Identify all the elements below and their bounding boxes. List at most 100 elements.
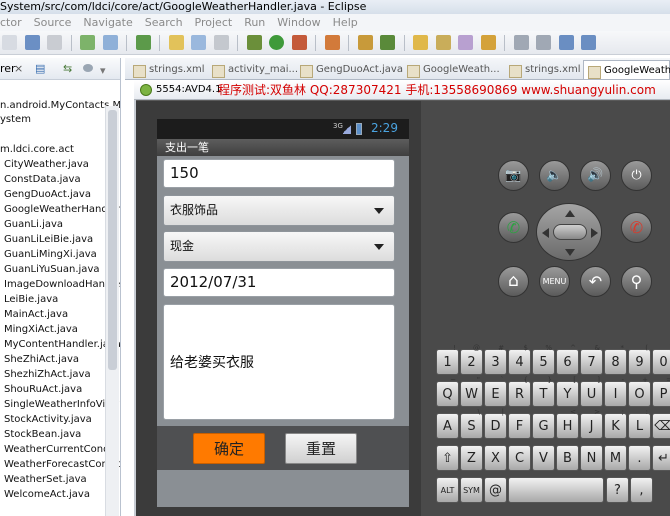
keyboard-key[interactable]: 6 ^: [556, 344, 579, 375]
tab-strings-xml-2[interactable]: strings.xml: [505, 60, 581, 79]
keyboard-key[interactable]: @: [484, 477, 507, 503]
keyboard-key[interactable]: P =: [652, 376, 670, 407]
keyboard-key[interactable]: G: [532, 413, 555, 439]
keyboard-key[interactable]: .: [628, 445, 651, 471]
file-item[interactable]: GuanLiMingXi.java: [4, 247, 97, 262]
external-tools-icon[interactable]: [291, 35, 307, 50]
keyboard-key[interactable]: 8 *: [604, 344, 627, 375]
keyboard-key[interactable]: F: [508, 413, 531, 439]
keyboard-key[interactable]: I-: [604, 376, 627, 407]
keyboard-key[interactable]: R{: [508, 376, 531, 407]
scrollbar-thumb[interactable]: [108, 110, 117, 370]
previous-annotation-icon[interactable]: [536, 35, 551, 50]
keyboard-key[interactable]: A: [436, 413, 459, 439]
file-item[interactable]: WeatherForecastCondit: [4, 457, 120, 472]
tab-activity-main[interactable]: activity_mai...: [208, 60, 298, 79]
keyboard-key[interactable]: ↵: [652, 445, 670, 471]
keyboard-key[interactable]: K;: [604, 408, 627, 439]
file-item[interactable]: StockBean.java: [4, 427, 81, 442]
file-item[interactable]: GuanLiLeiBie.java: [4, 232, 93, 247]
debug-icon[interactable]: [246, 35, 262, 50]
file-item[interactable]: ImageDownloadHandle: [4, 277, 120, 292]
menu-help[interactable]: Help: [327, 14, 364, 31]
new-class-icon[interactable]: [191, 35, 206, 50]
keyboard-key[interactable]: [508, 477, 604, 503]
keyboard-key[interactable]: C: [508, 445, 531, 471]
keyboard-key[interactable]: 0): [652, 344, 670, 375]
keyboard-key[interactable]: B: [556, 445, 579, 471]
file-item[interactable]: GuanLi.java: [4, 217, 63, 232]
chevron-down-icon[interactable]: ▾: [100, 60, 106, 82]
keyboard-key[interactable]: S \: [460, 408, 483, 439]
keyboard-key[interactable]: E `: [484, 376, 507, 407]
back-icon[interactable]: [558, 35, 574, 50]
keyboard-key[interactable]: Y[: [556, 376, 579, 407]
search-icon[interactable]: ⚲: [621, 266, 652, 297]
open-type-icon[interactable]: [213, 35, 229, 50]
annotation-icon[interactable]: [513, 35, 529, 50]
keyboard-key[interactable]: 9(: [628, 344, 651, 375]
reset-button[interactable]: 重置: [285, 433, 357, 464]
tool-icon[interactable]: [480, 35, 496, 50]
folder-icon[interactable]: [435, 35, 451, 50]
dpad-left-icon[interactable]: [542, 228, 549, 238]
keyboard-key[interactable]: T}: [532, 376, 555, 407]
file-item[interactable]: ConstData.java: [4, 172, 81, 187]
camera-icon[interactable]: 📷: [498, 160, 529, 191]
file-item[interactable]: LeiBie.java: [4, 292, 58, 307]
menu-button[interactable]: MENU: [539, 266, 570, 297]
file-item[interactable]: MingXiAct.java: [4, 322, 78, 337]
keyboard-key[interactable]: ⇧: [436, 445, 459, 471]
file-item[interactable]: WeatherCurrentConditi: [4, 442, 119, 457]
class-icon[interactable]: [380, 35, 395, 50]
tab-strings-xml[interactable]: strings.xml: [129, 60, 205, 79]
file-item[interactable]: MainAct.java: [4, 307, 68, 322]
collapse-all-icon[interactable]: ▤: [35, 62, 48, 75]
menu-project[interactable]: Project: [189, 14, 239, 31]
dpad-right-icon[interactable]: [591, 228, 598, 238]
view-menu-icon[interactable]: [83, 64, 93, 72]
tab-gengduoact[interactable]: GengDuoAct.java: [296, 60, 403, 79]
back-icon[interactable]: ↶: [580, 266, 611, 297]
open-folder-icon[interactable]: [413, 35, 428, 50]
new-project-icon[interactable]: [168, 35, 184, 50]
file-item[interactable]: GengDuoAct.java: [4, 187, 91, 202]
android-sdk-icon[interactable]: [80, 35, 95, 50]
keyboard-key[interactable]: 5%: [532, 344, 555, 375]
keyboard-key[interactable]: V: [532, 445, 555, 471]
menu-run[interactable]: Run: [238, 14, 271, 31]
volume-up-icon[interactable]: 🔊: [580, 160, 611, 191]
note-input[interactable]: 给老婆买衣服: [163, 304, 395, 420]
file-item[interactable]: GuanLiYuSuan.java: [4, 262, 99, 277]
end-call-icon[interactable]: ✆: [621, 212, 652, 243]
keyboard-key[interactable]: 7 &: [580, 344, 603, 375]
keyboard-key[interactable]: 4 $: [508, 344, 531, 375]
avd-manager-icon[interactable]: [102, 35, 118, 50]
menu-refactor[interactable]: ctor: [0, 14, 28, 31]
file-item[interactable]: WeatherSet.java: [4, 472, 87, 487]
dpad-up-icon[interactable]: [565, 210, 575, 217]
keyboard-key[interactable]: J >: [580, 408, 603, 439]
package-node[interactable]: m.ldci.core.act: [0, 142, 74, 157]
keyboard-key[interactable]: M: [604, 445, 627, 471]
menu-search[interactable]: Search: [139, 14, 189, 31]
file-item[interactable]: WelcomeAct.java: [4, 487, 90, 502]
keyboard-key[interactable]: 2 @: [460, 344, 483, 375]
keyboard-key[interactable]: O +: [628, 376, 651, 407]
keyboard-key[interactable]: L:: [628, 408, 651, 439]
forward-icon[interactable]: [581, 35, 596, 50]
menu-source[interactable]: Source: [28, 14, 78, 31]
menu-navigate[interactable]: Navigate: [77, 14, 138, 31]
file-item[interactable]: SingleWeatherInfoView: [4, 397, 120, 412]
file-item[interactable]: GoogleWeatherHandler: [4, 202, 120, 217]
file-item[interactable]: ShouRuAct.java: [4, 382, 82, 397]
save-icon[interactable]: [24, 35, 40, 50]
keyboard-key[interactable]: W ": [460, 376, 483, 407]
check-icon[interactable]: [135, 35, 151, 50]
run-icon[interactable]: [269, 35, 284, 50]
power-icon[interactable]: ⏻: [621, 160, 652, 191]
link-editor-icon[interactable]: ⇆: [63, 62, 76, 75]
new-icon[interactable]: [2, 35, 17, 50]
keyboard-key[interactable]: ALT: [436, 477, 459, 503]
ok-button[interactable]: 确定: [193, 433, 265, 464]
